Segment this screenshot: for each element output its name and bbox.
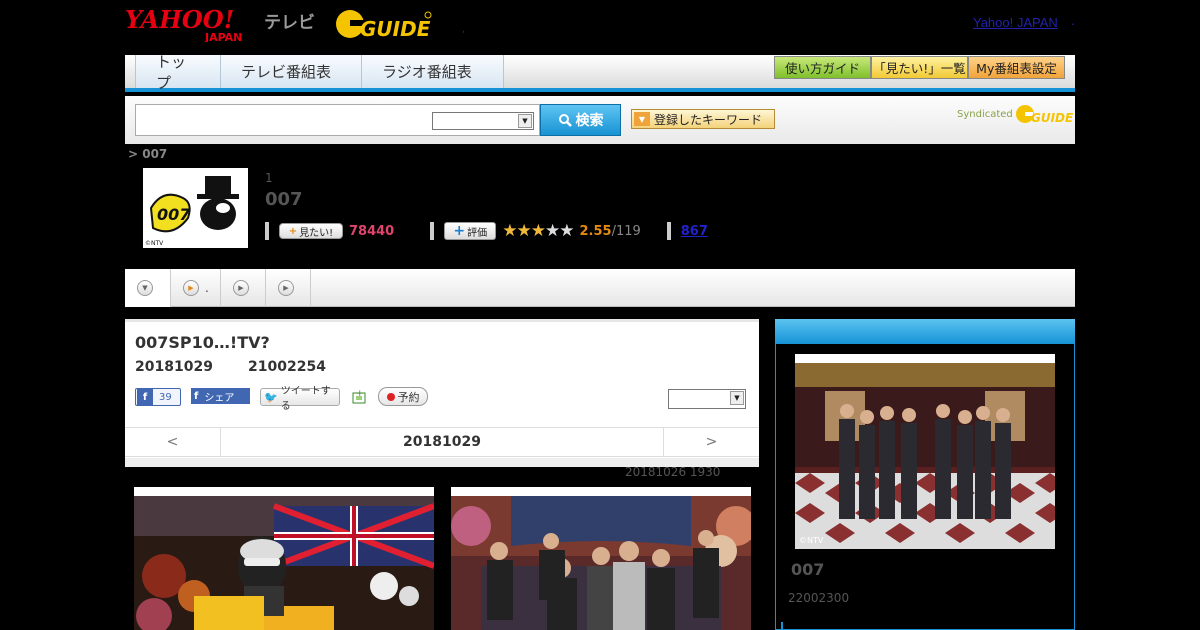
side-panel-title: 007 bbox=[791, 560, 825, 579]
side-image-caption: ©NTV bbox=[799, 536, 824, 545]
usage-guide-button[interactable]: 使い方ガイド bbox=[774, 56, 871, 79]
star-icon: ★ bbox=[559, 221, 574, 241]
syndicated-gguide: Syndicated GUIDE bbox=[957, 103, 1073, 125]
play-icon: ▶ bbox=[233, 280, 249, 296]
twitter-bird-icon: 🐦 bbox=[264, 390, 278, 404]
pager-prev-button[interactable]: < bbox=[125, 428, 220, 456]
reserve-label: 予約 bbox=[397, 390, 420, 404]
side-panel-marker bbox=[781, 622, 783, 630]
nav-buttons: 使い方ガイド 「見たい!」一覧 My番組表設定 bbox=[774, 56, 1065, 79]
facebook-share-button[interactable]: f シェア bbox=[191, 388, 250, 404]
chevron-down-icon: ▼ bbox=[137, 280, 153, 296]
sub-tab-strip: ▼ ▶ . ▶ ▶ bbox=[125, 269, 1075, 307]
rating-stars: ★★★★★ bbox=[502, 221, 574, 241]
svg-text:007: 007 bbox=[157, 205, 191, 224]
search-button[interactable]: 検索 bbox=[540, 104, 621, 136]
tab-tv-listings[interactable]: テレビ番組表 bbox=[220, 55, 362, 88]
tweet-button[interactable]: 🐦 ツイートする bbox=[260, 386, 340, 412]
record-dot-icon bbox=[386, 392, 395, 401]
update-timestamp: 20181026 1930 bbox=[625, 465, 721, 479]
triangle-down-icon: ▼ bbox=[634, 112, 650, 126]
tweet-label: ツイートする bbox=[280, 386, 331, 412]
search-icon bbox=[558, 114, 572, 127]
side-panel-header bbox=[775, 319, 1075, 344]
subtab-1-label: . bbox=[205, 281, 209, 295]
share-plus-icon[interactable]: + bbox=[351, 387, 369, 405]
tv-label: テレビ bbox=[264, 13, 315, 33]
episode-title: 007SP10…!TV? bbox=[135, 333, 270, 352]
facebook-share-label: シェア bbox=[204, 392, 235, 404]
rate-button[interactable]: + 評価 bbox=[444, 222, 497, 240]
my-listings-settings-button[interactable]: My番組表設定 bbox=[968, 56, 1065, 79]
side-panel-id: 22002300 bbox=[788, 591, 850, 605]
svg-text:GUIDE: GUIDE bbox=[360, 17, 431, 41]
chevron-down-icon: ▼ bbox=[518, 114, 532, 128]
episode-photo-2[interactable] bbox=[451, 487, 751, 630]
registered-keywords-label: 登録したキーワード bbox=[654, 112, 763, 127]
plus-icon: + bbox=[453, 223, 466, 239]
gguide-small-logo: GUIDE bbox=[1015, 105, 1073, 125]
episode-pager: < 20181029 > bbox=[125, 427, 759, 457]
plus-icon: + bbox=[288, 225, 298, 237]
subtab-3[interactable]: ▶ bbox=[266, 269, 311, 307]
divider bbox=[430, 222, 435, 240]
facebook-icon: f bbox=[137, 389, 153, 405]
divider bbox=[265, 222, 269, 240]
registered-keywords-button[interactable]: ▼ 登録したキーワード bbox=[631, 109, 775, 129]
divider bbox=[666, 222, 671, 240]
thumb-caption: ©NTV bbox=[145, 240, 164, 247]
subtab-0[interactable]: ▼ bbox=[125, 269, 171, 307]
program-title: 007 bbox=[265, 189, 303, 210]
header-separator: , bbox=[462, 24, 466, 35]
search-category-select[interactable]: ▼ bbox=[432, 112, 534, 130]
breadcrumb[interactable]: > 007 bbox=[128, 147, 167, 161]
star-icon: ★ bbox=[516, 221, 531, 241]
facebook-icon: f bbox=[194, 390, 199, 402]
tab-top[interactable]: トップ bbox=[135, 53, 221, 92]
main-nav: トップ テレビ番組表 ラジオ番組表 使い方ガイド 「見たい!」一覧 My番組表設… bbox=[125, 53, 1075, 92]
facebook-like-button[interactable]: f 39 bbox=[135, 388, 181, 406]
star-icon: ★ bbox=[544, 221, 560, 241]
gguide-logo[interactable]: GUIDE bbox=[334, 6, 434, 42]
svg-text:YAHOO!: YAHOO! bbox=[125, 6, 234, 34]
tab-radio-listings[interactable]: ラジオ番組表 bbox=[361, 55, 504, 88]
syndicated-label: Syndicated bbox=[957, 108, 1013, 120]
facebook-like-count: 39 bbox=[159, 391, 172, 403]
program-stats: + 見たい! 78440 + 評価 ★★★★★ 2.55 /119 867 bbox=[265, 220, 708, 242]
review-count-link[interactable]: 867 bbox=[681, 224, 708, 239]
star-icon: ★ bbox=[530, 221, 546, 241]
rate-button-label: 評価 bbox=[467, 227, 488, 239]
side-panel-image[interactable]: ©NTV bbox=[795, 354, 1065, 549]
header-dot: . bbox=[1071, 14, 1075, 28]
play-icon: ▶ bbox=[183, 280, 199, 296]
nav-tabs: トップ テレビ番組表 ラジオ番組表 bbox=[135, 53, 504, 92]
mitai-count: 78440 bbox=[349, 223, 395, 239]
mitai-list-button[interactable]: 「見たい!」一覧 bbox=[871, 56, 968, 79]
subtab-2[interactable]: ▶ bbox=[221, 269, 266, 307]
yahoo-japan-link[interactable]: Yahoo! JAPAN bbox=[973, 15, 1058, 30]
play-icon: ▶ bbox=[278, 280, 294, 296]
rating-count: /119 bbox=[611, 223, 641, 239]
reserve-button[interactable]: 予約 bbox=[378, 387, 428, 406]
search-button-label: 検索 bbox=[575, 113, 604, 129]
svg-text:GUIDE: GUIDE bbox=[1031, 111, 1073, 125]
yahoo-japan-logo[interactable]: YAHOO! JAPAN bbox=[125, 5, 260, 44]
subtab-1[interactable]: ▶ . bbox=[171, 269, 221, 307]
mitai-button[interactable]: + 見たい! bbox=[279, 223, 343, 239]
page: YAHOO! JAPAN テレビ GUIDE , Yahoo! JAPAN . … bbox=[0, 0, 1200, 630]
program-number: 1 bbox=[265, 171, 273, 185]
mitai-button-label: 見たい! bbox=[299, 227, 334, 239]
episode-date: 20181029 bbox=[135, 359, 213, 375]
program-thumbnail: 007 ©NTV bbox=[143, 168, 248, 248]
pager-current-date: 20181029 bbox=[220, 428, 664, 456]
chevron-down-icon: ▼ bbox=[730, 391, 744, 405]
episode-id: 21002254 bbox=[248, 359, 326, 375]
svg-text:JAPAN: JAPAN bbox=[204, 31, 242, 42]
episode-photo-1[interactable] bbox=[134, 487, 434, 630]
rating-value: 2.55 bbox=[579, 223, 612, 239]
star-icon: ★ bbox=[502, 221, 517, 241]
pager-next-button[interactable]: > bbox=[664, 428, 759, 456]
episode-select[interactable]: ▼ bbox=[668, 389, 746, 409]
